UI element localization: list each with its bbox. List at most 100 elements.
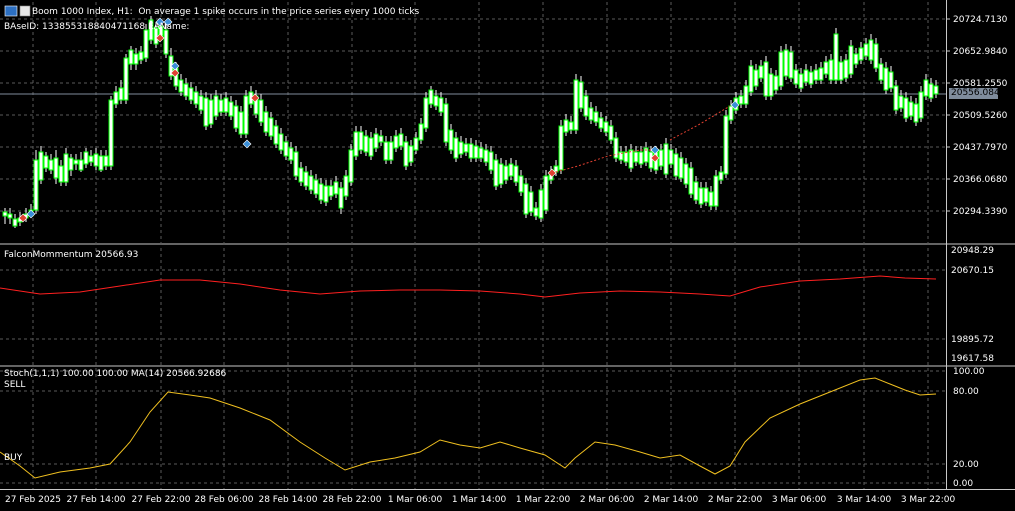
candle-body <box>703 187 709 203</box>
candle-body <box>463 143 469 153</box>
candle-body <box>208 99 214 125</box>
candle-body <box>408 145 414 163</box>
stoch-level-label: 80.00 <box>953 387 979 397</box>
candle-body <box>933 85 939 95</box>
candle-body <box>803 69 809 83</box>
time-label: 28 Feb 22:00 <box>322 495 381 505</box>
candle-body <box>353 131 359 157</box>
candle-body <box>773 75 779 91</box>
candle-body <box>518 175 524 193</box>
candle-body <box>563 119 569 133</box>
candle-body <box>288 147 294 161</box>
candle-body <box>883 67 889 91</box>
candle-body <box>788 51 794 79</box>
candle-body <box>458 141 464 155</box>
candle-body <box>698 187 704 205</box>
candle-body <box>243 95 249 135</box>
candle-body <box>363 135 369 153</box>
candle-body <box>873 43 879 69</box>
candle-body <box>768 73 774 97</box>
candle-body <box>728 105 734 121</box>
candle-body <box>368 137 374 157</box>
candle-body <box>238 111 244 135</box>
candle-body <box>648 151 654 169</box>
candle-body <box>303 171 309 187</box>
candle-body <box>713 175 719 207</box>
candle-body <box>278 133 284 151</box>
candle-body <box>68 157 74 171</box>
price-label: 20652.9840 <box>953 47 1008 57</box>
chart-canvas[interactable]: 27 Feb 2025 27 Feb 14:00 27 Feb 22:00 28 Fe… <box>0 0 1015 511</box>
candle-body <box>88 155 94 163</box>
candle-body <box>128 49 134 65</box>
candle-body <box>798 73 804 89</box>
candle-body <box>743 85 749 105</box>
candle-body <box>903 97 909 119</box>
candle-body <box>763 61 769 97</box>
candle-body <box>503 165 509 181</box>
falcon-level-label: 19617.58 <box>951 354 994 364</box>
candle-body <box>838 61 844 81</box>
candle-body <box>33 159 39 211</box>
candle-body <box>658 149 664 167</box>
candle-body <box>313 179 319 195</box>
candle-body <box>448 129 454 151</box>
candle-body <box>468 143 474 159</box>
candle-body <box>12 218 18 227</box>
candle-body <box>433 95 439 107</box>
price-label: 20366.0680 <box>953 175 1008 185</box>
candle-body <box>833 33 839 81</box>
time-label: 27 Feb 14:00 <box>66 495 125 505</box>
sell-label: SELL <box>4 380 26 390</box>
candle-body <box>913 103 919 123</box>
stoch-level-label: 100.00 <box>953 367 985 377</box>
candle-body <box>213 95 219 117</box>
time-label: 3 Mar 06:00 <box>772 495 827 505</box>
candle-body <box>43 155 49 169</box>
time-label: 28 Feb 06:00 <box>194 495 253 505</box>
time-label: 1 Mar 22:00 <box>516 495 571 505</box>
candle-body <box>378 135 384 143</box>
candle-body <box>828 59 834 81</box>
candle-body <box>878 63 884 81</box>
candle-body <box>668 149 674 165</box>
candle-body <box>673 153 679 177</box>
base-id-label: BAseID: 133855318840471168 EAName: <box>4 22 190 32</box>
candle-body <box>183 83 189 97</box>
candle-body <box>858 47 864 61</box>
candle-body <box>478 147 484 159</box>
buy-label: BUY <box>4 453 23 463</box>
candle-body <box>133 53 139 65</box>
candle-body <box>443 103 449 143</box>
candle-body <box>323 185 329 203</box>
candle-body <box>103 155 109 167</box>
candle-body <box>198 95 204 111</box>
candle-body <box>923 79 929 97</box>
candle-body <box>438 97 444 113</box>
candle-body <box>178 79 184 93</box>
candle-body <box>808 71 814 85</box>
candle-body <box>628 149 634 169</box>
time-label: 27 Feb 22:00 <box>131 495 190 505</box>
candle-body <box>188 87 194 101</box>
candle-body <box>908 101 914 117</box>
candle-body <box>333 181 339 195</box>
candle-body <box>498 163 504 185</box>
candle-body <box>868 39 874 61</box>
candle-body <box>53 157 59 179</box>
candle-body <box>758 65 764 79</box>
candle-body <box>793 69 799 85</box>
candle-body <box>108 99 114 167</box>
candle-body <box>268 117 274 137</box>
expert-icon <box>19 5 31 17</box>
time-label: 2 Mar 14:00 <box>644 495 699 505</box>
falcon-level-label: 20948.29 <box>951 246 994 256</box>
candle-body <box>388 141 394 161</box>
candle-body <box>783 49 789 77</box>
candle-body <box>898 95 904 109</box>
candle-body <box>603 121 609 133</box>
candle-body <box>843 59 849 79</box>
candle-body <box>538 189 544 219</box>
time-label: 27 Feb 2025 <box>5 495 61 505</box>
candle-body <box>273 125 279 145</box>
